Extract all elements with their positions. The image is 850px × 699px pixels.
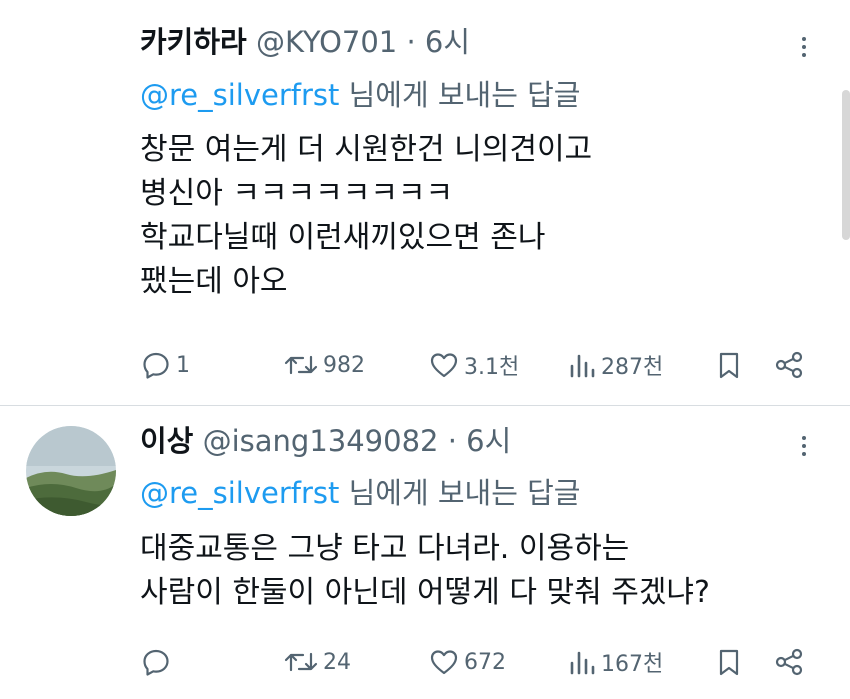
reply-button[interactable]: 1 [140,345,190,385]
avatar[interactable] [26,426,116,516]
more-icon[interactable] [792,434,816,458]
views-icon [567,349,597,381]
tweet-line: 병신아 ㅋㅋㅋㅋㅋㅋㅋㅋ [140,176,454,211]
handle[interactable]: @KYO701 [256,25,397,59]
reply-context: @re_silverfrst 님에게 보내는 답글 [140,77,581,113]
timestamp[interactable]: · 6시 [406,25,470,59]
action-bar: 1 982 3.1천 287천 [0,345,850,385]
retweet-button[interactable]: 24 [283,642,351,682]
share-icon [772,349,806,381]
views-count: 167천 [601,652,664,677]
handle[interactable]: @isang1349082 [203,424,439,458]
tweet[interactable]: 카키하라 @KYO701 · 6시 @re_silverfrst 님에게 보내는… [0,0,850,405]
views-count: 287천 [601,355,664,380]
views-button[interactable]: 287천 [567,345,663,385]
views-icon [567,646,597,678]
like-count: 672 [464,649,506,675]
tweet-text: 창문 여는게 더 시원한건 니의견이고 병신아 ㅋㅋㅋㅋㅋㅋㅋㅋ 학교다닐때 이… [140,128,592,304]
tweet-header: 카키하라 @KYO701 · 6시 [140,24,470,60]
reply-button[interactable] [140,642,176,682]
share-icon [772,646,806,678]
bookmark-icon [714,349,744,381]
reply-icon [140,646,172,678]
tweet-text: 대중교통은 그냥 타고 다녀라. 이용하는 사람이 한둘이 아닌데 어떻게 다 … [140,527,710,615]
tweet-line: 팼는데 아오 [140,264,288,299]
reply-suffix: 님에게 보내는 답글 [339,476,581,510]
views-button[interactable]: 167천 [567,642,663,682]
retweet-button[interactable]: 982 [283,345,365,385]
bookmark-button[interactable] [714,642,744,682]
action-bar: 24 672 167천 [0,642,850,682]
retweet-icon [283,349,319,381]
reply-mention-link[interactable]: @re_silverfrst [140,78,339,112]
tweet-line: 대중교통은 그냥 타고 다녀라. 이용하는 [140,531,630,566]
display-name[interactable]: 카키하라 [140,25,247,59]
more-icon[interactable] [792,35,816,59]
heart-icon [428,349,460,381]
bookmark-icon [714,646,744,678]
retweet-count: 982 [323,352,365,378]
tweet-line: 사람이 한둘이 아닌데 어떻게 다 맞춰 주겠냐? [140,575,710,610]
retweet-icon [283,646,319,678]
display-name[interactable]: 이상 [140,424,193,458]
tweet-line: 학교다닐때 이런새끼있으면 존나 [140,220,546,255]
reply-count: 1 [176,352,190,378]
like-count: 3.1천 [464,355,520,380]
bookmark-button[interactable] [714,345,744,385]
timestamp[interactable]: · 6시 [448,424,512,458]
reply-mention-link[interactable]: @re_silverfrst [140,476,339,510]
share-button[interactable] [772,642,806,682]
like-button[interactable]: 672 [428,642,506,682]
tweet[interactable]: 이상 @isang1349082 · 6시 @re_silverfrst 님에게… [0,406,850,699]
tweet-line: 창문 여는게 더 시원한건 니의견이고 [140,132,593,167]
retweet-count: 24 [323,649,351,675]
heart-icon [428,646,460,678]
reply-suffix: 님에게 보내는 답글 [339,78,581,112]
reply-context: @re_silverfrst 님에게 보내는 답글 [140,475,581,511]
tweet-header: 이상 @isang1349082 · 6시 [140,423,511,459]
like-button[interactable]: 3.1천 [428,345,519,385]
reply-icon [140,349,172,381]
share-button[interactable] [772,345,806,385]
